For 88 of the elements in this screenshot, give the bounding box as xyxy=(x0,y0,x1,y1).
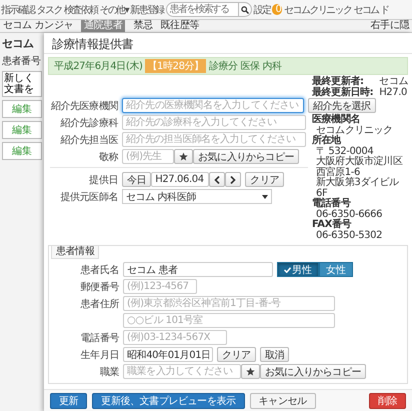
star-icon xyxy=(246,367,255,376)
patient-name: セコム xyxy=(2,36,35,51)
field-label: 患者氏名 xyxy=(80,264,119,276)
edit-button[interactable]: 編集 xyxy=(2,100,42,118)
cancel-button[interactable]: キャンセル xyxy=(250,393,316,409)
nav-link[interactable]: 検査依頼 xyxy=(64,2,98,16)
phone-field[interactable]: (例)03-1234-567X xyxy=(123,330,227,345)
info-text: 〒 532-0004 xyxy=(315,146,374,156)
today-button[interactable]: 今日 xyxy=(122,172,152,187)
previous-button[interactable] xyxy=(209,172,226,187)
copy-favorite-button[interactable]: お気に入りからコピー xyxy=(193,149,300,164)
user-name[interactable]: セコム ド xyxy=(353,2,389,16)
info-text: 新大阪第3ダイビル 6F xyxy=(316,178,400,198)
search-icon xyxy=(240,6,249,14)
notification-badge: 0 xyxy=(272,4,282,15)
patient-search-field[interactable]: 患者を検索する xyxy=(166,2,239,17)
edit-button[interactable]: 編集 xyxy=(2,142,42,160)
info-text: 06-6350-6666 xyxy=(315,210,384,220)
star-icon xyxy=(179,152,188,161)
favorite-button[interactable] xyxy=(241,364,260,379)
field-label: 提供日 xyxy=(88,174,118,186)
meta-value: セコム xyxy=(379,76,408,87)
info-text: セコムクリニック xyxy=(316,126,394,136)
birthdate-field[interactable]: 昭和40年01月01日 xyxy=(123,347,213,362)
field-label: 紹介先担当医 xyxy=(59,134,118,146)
clear-button[interactable]: クリア xyxy=(245,172,284,187)
nav-link[interactable]: 新患登録 xyxy=(130,2,164,16)
postal-code-field[interactable]: (例)123-4567 xyxy=(123,279,197,294)
nav-link[interactable]: その他▾ xyxy=(99,2,128,16)
favorite-button[interactable] xyxy=(174,149,193,164)
time-badge: 【1時28分】 xyxy=(145,59,206,73)
clinic-name[interactable]: セコムクリニック xyxy=(284,2,352,16)
nav-link[interactable]: タスク xyxy=(36,2,62,16)
settings-link[interactable]: 設定 xyxy=(254,2,270,16)
address-field[interactable]: ○○ビル 101号室 xyxy=(123,313,335,328)
dialog-title: 診療情報提供書 xyxy=(44,33,412,54)
info-text: 大阪府大阪市淀川区西宮原1-6 xyxy=(315,157,404,178)
copy-favorite-button[interactable]: お気に入りからコピー xyxy=(260,364,366,379)
edit-button[interactable]: 編集 xyxy=(2,121,42,139)
field-label: 提供元医師名 xyxy=(59,190,118,204)
field-label: 電話番号 xyxy=(80,332,119,344)
patient-info-tab[interactable]: 禁忌 xyxy=(133,20,153,32)
field-label: 患者住所 xyxy=(80,298,119,310)
date-action-button[interactable]: 取消 xyxy=(260,347,290,362)
update-button[interactable]: 更新後、文書プレビューを表示 xyxy=(92,393,245,409)
panel-toggle-link[interactable]: 右手に隠 xyxy=(370,20,409,32)
visit-info: 診療分 医保 内科 xyxy=(208,60,282,73)
input-field[interactable]: 紹介先の医療機関名を入力してください xyxy=(122,98,304,113)
select-button[interactable]: 紹介先を選択 xyxy=(308,98,376,113)
status-badge: 通院患者 xyxy=(80,20,126,32)
meta-label: 最終更新者: xyxy=(312,76,364,87)
field-label: 生年月日 xyxy=(80,348,119,362)
check-icon xyxy=(284,266,291,272)
input-field[interactable]: (例)先生 xyxy=(122,149,174,164)
doctor-select[interactable]: セコム 内科医師 xyxy=(122,189,272,204)
next-button[interactable] xyxy=(225,172,242,187)
field-label: 敬称 xyxy=(98,150,118,164)
date-field[interactable]: H27.06.04 xyxy=(151,172,210,187)
patient-info-tab[interactable]: 既往歴等 xyxy=(160,20,199,32)
address-field[interactable]: (例)東京都渋谷区神宮前1丁目-番-号 xyxy=(123,296,335,311)
meta-label: 最終更新日時: xyxy=(312,87,374,98)
field-label: 職業 xyxy=(98,366,119,378)
input-field[interactable]: 紹介先の担当医師名を入力してください xyxy=(122,132,306,147)
field-label: 紹介先医療機関 xyxy=(50,100,118,112)
info-heading: 医療機関名 xyxy=(312,115,362,126)
input-field[interactable]: 職業を入力してください xyxy=(123,364,241,379)
patient-id-label: 患者番号 xyxy=(2,54,42,68)
gender-toggle[interactable]: 女性 xyxy=(319,262,353,277)
field-label: 郵便番号 xyxy=(80,280,119,294)
field-label: 紹介先診療科 xyxy=(59,116,118,130)
visit-date: 平成27年6月4日(木) xyxy=(54,60,142,73)
update-button[interactable]: 更新 xyxy=(50,393,88,409)
gender-toggle[interactable]: 男性 xyxy=(277,262,319,277)
caret-icon xyxy=(262,194,268,198)
nav-link[interactable]: 指示確認 xyxy=(1,2,35,16)
new-document-button[interactable]: 新しく文書を xyxy=(2,71,42,97)
chevron-right-icon xyxy=(230,176,236,184)
info-heading: 所在地 xyxy=(312,136,342,146)
delete-button[interactable]: 削除 xyxy=(368,393,406,409)
meta-value: H27.0 xyxy=(379,87,408,98)
search-button[interactable] xyxy=(238,2,252,17)
info-heading: 電話番号 xyxy=(312,199,352,210)
input-field[interactable]: 紹介先の診療科を入力してください xyxy=(122,115,306,130)
date-action-button[interactable]: クリア xyxy=(217,347,256,362)
chevron-left-icon xyxy=(214,176,220,184)
patient-kana-name: セコム カンジャ xyxy=(3,20,73,32)
info-text: 06-6350-5302 xyxy=(315,230,384,241)
name-field[interactable]: セコム 患者 xyxy=(123,262,273,277)
